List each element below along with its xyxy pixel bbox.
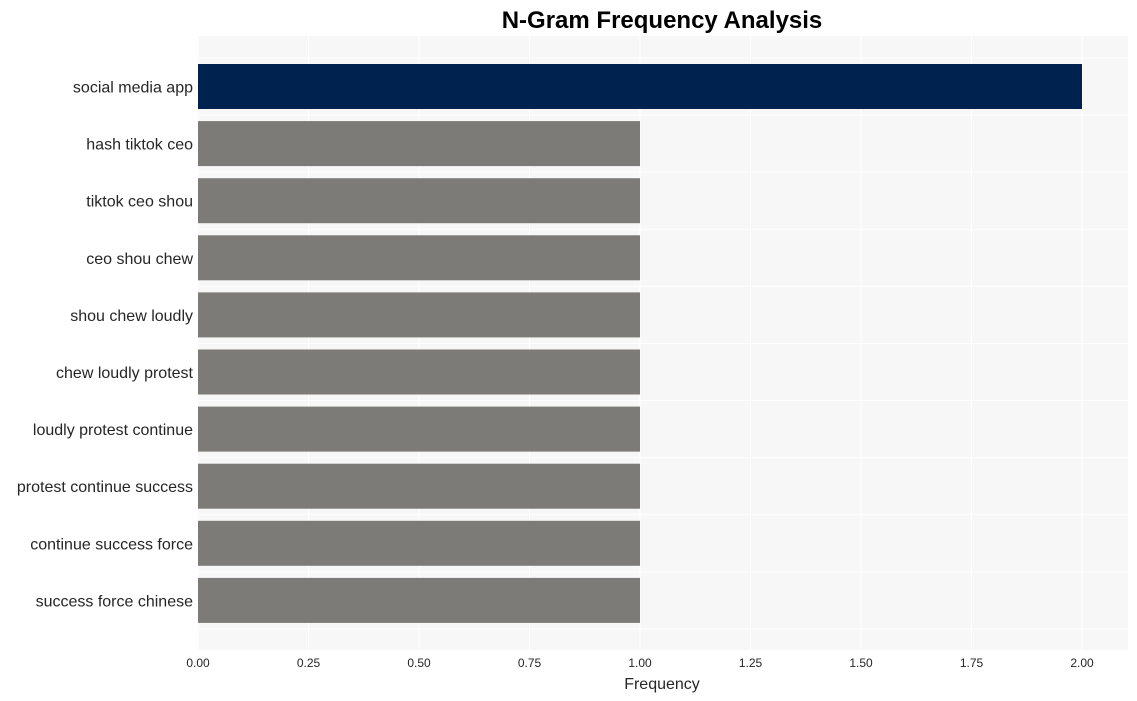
y-tick-label: ceo shou chew [86, 251, 193, 268]
x-tick-label: 2.00 [1070, 656, 1094, 670]
x-tick-labels: 0.00 0.25 0.50 0.75 1.00 1.25 1.50 1.75 2.00 [186, 656, 1094, 670]
x-tick-label: 0.75 [518, 656, 542, 670]
bar-success-force-chinese [198, 577, 640, 623]
bar-continue-success-force [198, 520, 640, 566]
bar-ceo-shou-chew [198, 235, 640, 281]
bar-protest-continue-success [198, 463, 640, 509]
chart-title: N-Gram Frequency Analysis [502, 7, 823, 34]
y-tick-label: shou chew loudly [70, 308, 193, 325]
bar-tiktok-ceo-shou [198, 178, 640, 224]
y-tick-label: tiktok ceo shou [86, 194, 193, 211]
x-tick-label: 0.50 [407, 656, 431, 670]
y-tick-label: success force chinese [36, 593, 194, 610]
x-tick-label: 1.75 [960, 656, 984, 670]
y-tick-label: hash tiktok ceo [86, 137, 193, 154]
bar-shou-chew-loudly [198, 292, 640, 338]
y-tick-label: social media app [73, 80, 193, 97]
x-tick-label: 1.00 [628, 656, 652, 670]
bar-loudly-protest-continue [198, 406, 640, 452]
x-tick-label: 1.25 [739, 656, 763, 670]
bar-hash-tiktok-ceo [198, 121, 640, 167]
y-tick-label: chew loudly protest [56, 365, 194, 382]
ngram-chart: social media app hash tiktok ceo tiktok ce… [17, 7, 1128, 693]
x-axis-label: Frequency [624, 676, 700, 693]
x-tick-label: 1.50 [849, 656, 873, 670]
y-tick-label: loudly protest continue [33, 422, 193, 439]
bar-chew-loudly-protest [198, 349, 640, 395]
y-tick-label: protest continue success [17, 479, 193, 496]
x-tick-label: 0.00 [186, 656, 210, 670]
y-tick-labels: social media app hash tiktok ceo tiktok ce… [17, 80, 194, 611]
y-tick-label: continue success force [30, 536, 193, 553]
bar-social-media-app [198, 64, 1082, 109]
x-tick-label: 0.25 [297, 656, 321, 670]
